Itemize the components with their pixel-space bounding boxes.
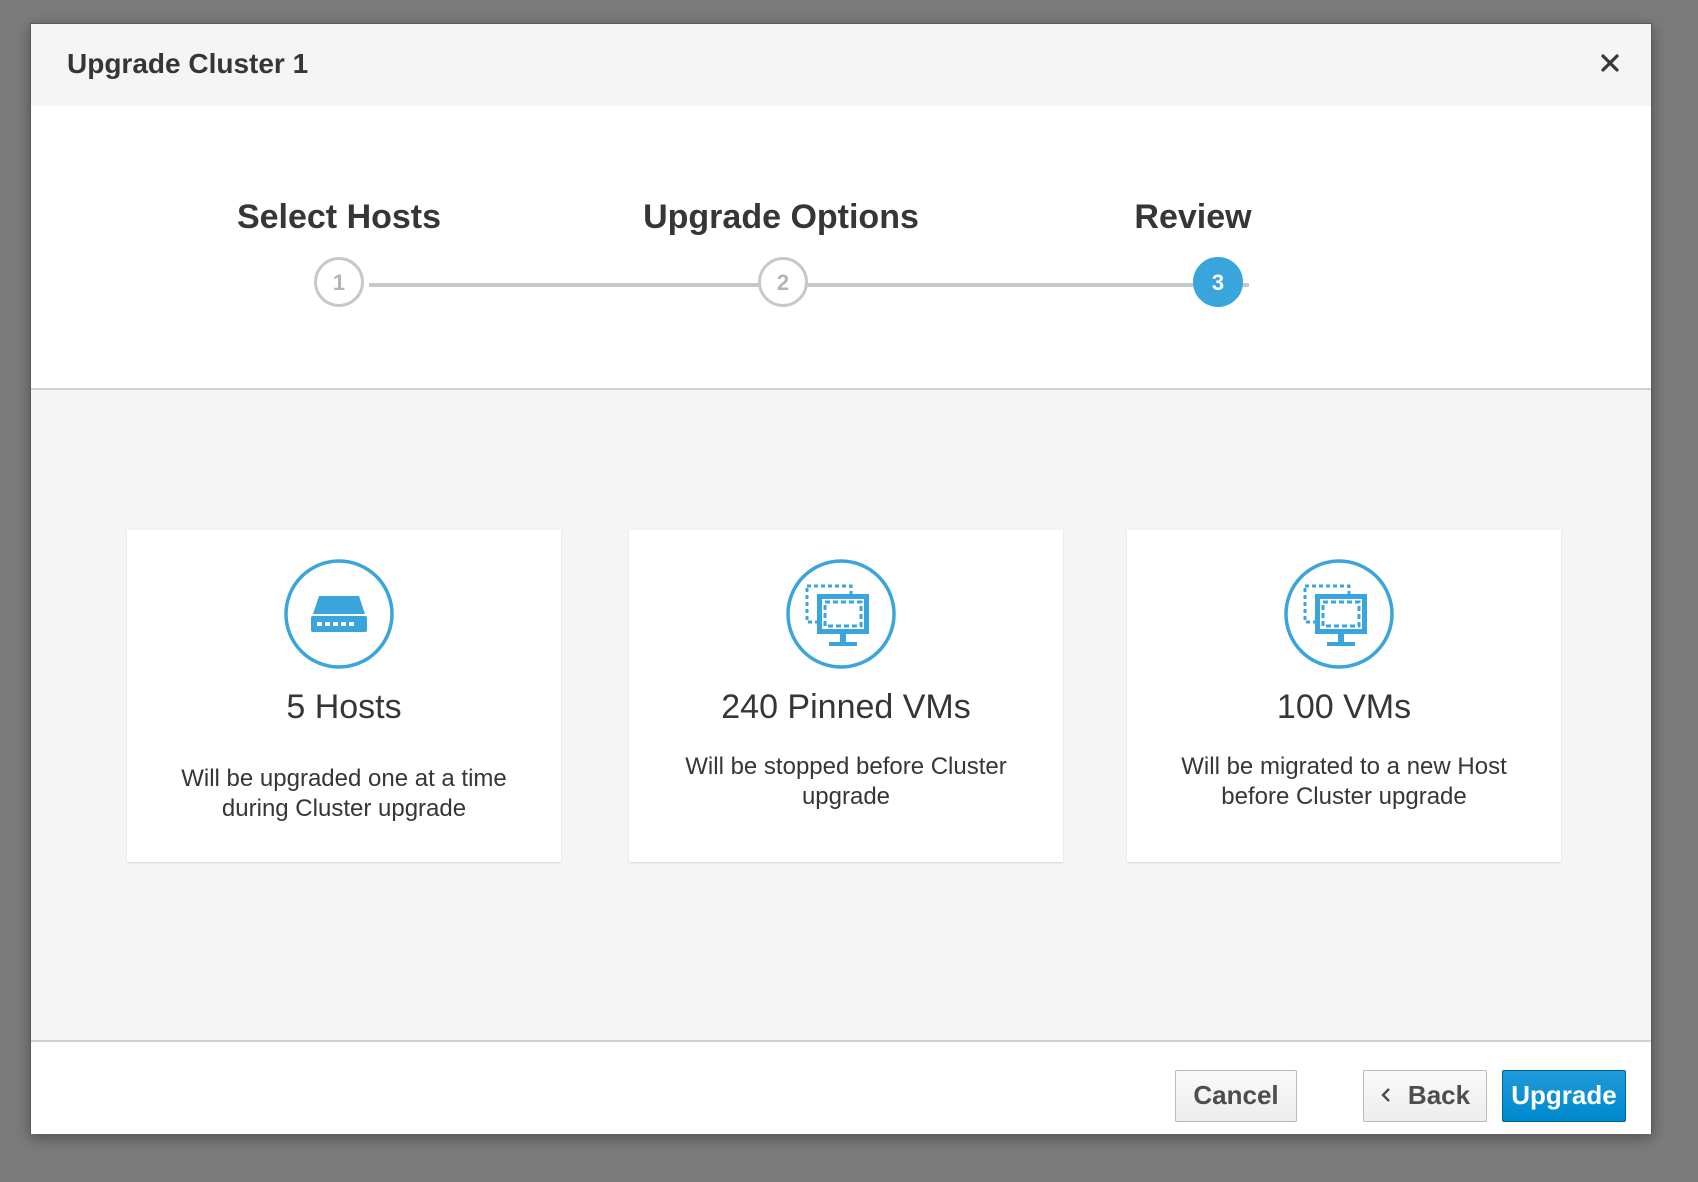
chevron-left-icon — [1381, 1088, 1390, 1102]
hosts-description: Will be upgraded one at a time during Cl… — [181, 765, 507, 822]
virtual-machine-icon — [1284, 559, 1394, 669]
vms-description: Will be migrated to a new Host before Cl… — [1181, 753, 1507, 810]
summary-card-hosts: 5 Hosts Will be upgraded one at a time d… — [127, 530, 561, 862]
back-button-label: Back — [1407, 1080, 1471, 1110]
pinned-vms-description: Will be stopped before Cluster upgrade — [685, 753, 1007, 810]
dialog-header: Upgrade Cluster 1 — [31, 24, 1651, 106]
step-number-badge: 3 — [1193, 257, 1243, 307]
back-button[interactable]: Back — [1363, 1070, 1487, 1122]
hosts-count: 5 Hosts — [286, 688, 402, 726]
server-icon — [284, 559, 394, 669]
step-label: Upgrade Options — [643, 198, 919, 236]
close-icon — [1601, 54, 1619, 72]
step-select-hosts[interactable]: Select Hosts 1 — [159, 106, 519, 326]
pinned-vms-count: 240 Pinned VMs — [721, 688, 971, 726]
virtual-machine-icon — [786, 559, 896, 669]
vms-count: 100 VMs — [1276, 688, 1412, 726]
review-summary: 5 Hosts Will be upgraded one at a time d… — [31, 390, 1651, 1042]
upgrade-cluster-dialog: Upgrade Cluster 1 Select Hosts 1 Upgrade… — [30, 23, 1652, 1134]
step-label: Select Hosts — [236, 198, 442, 236]
upgrade-button[interactable]: Upgrade — [1502, 1070, 1626, 1122]
close-button[interactable] — [1591, 44, 1629, 82]
step-upgrade-options[interactable]: Upgrade Options 2 — [601, 106, 961, 326]
dialog-title: Upgrade Cluster 1 — [67, 48, 309, 79]
summary-card-pinned-vms: 240 Pinned VMs Will be stopped before Cl… — [629, 530, 1063, 862]
step-review[interactable]: Review 3 — [1013, 106, 1373, 326]
cancel-button[interactable]: Cancel — [1175, 1070, 1297, 1122]
dialog-footer: Cancel Back Upgrade — [31, 1042, 1651, 1134]
wizard-steps: Select Hosts 1 Upgrade Options 2 Review … — [31, 106, 1651, 390]
step-label: Review — [1134, 198, 1252, 236]
summary-card-vms: 100 VMs Will be migrated to a new Host b… — [1127, 530, 1561, 862]
step-number-badge: 2 — [758, 257, 808, 307]
step-number-badge: 1 — [314, 257, 364, 307]
